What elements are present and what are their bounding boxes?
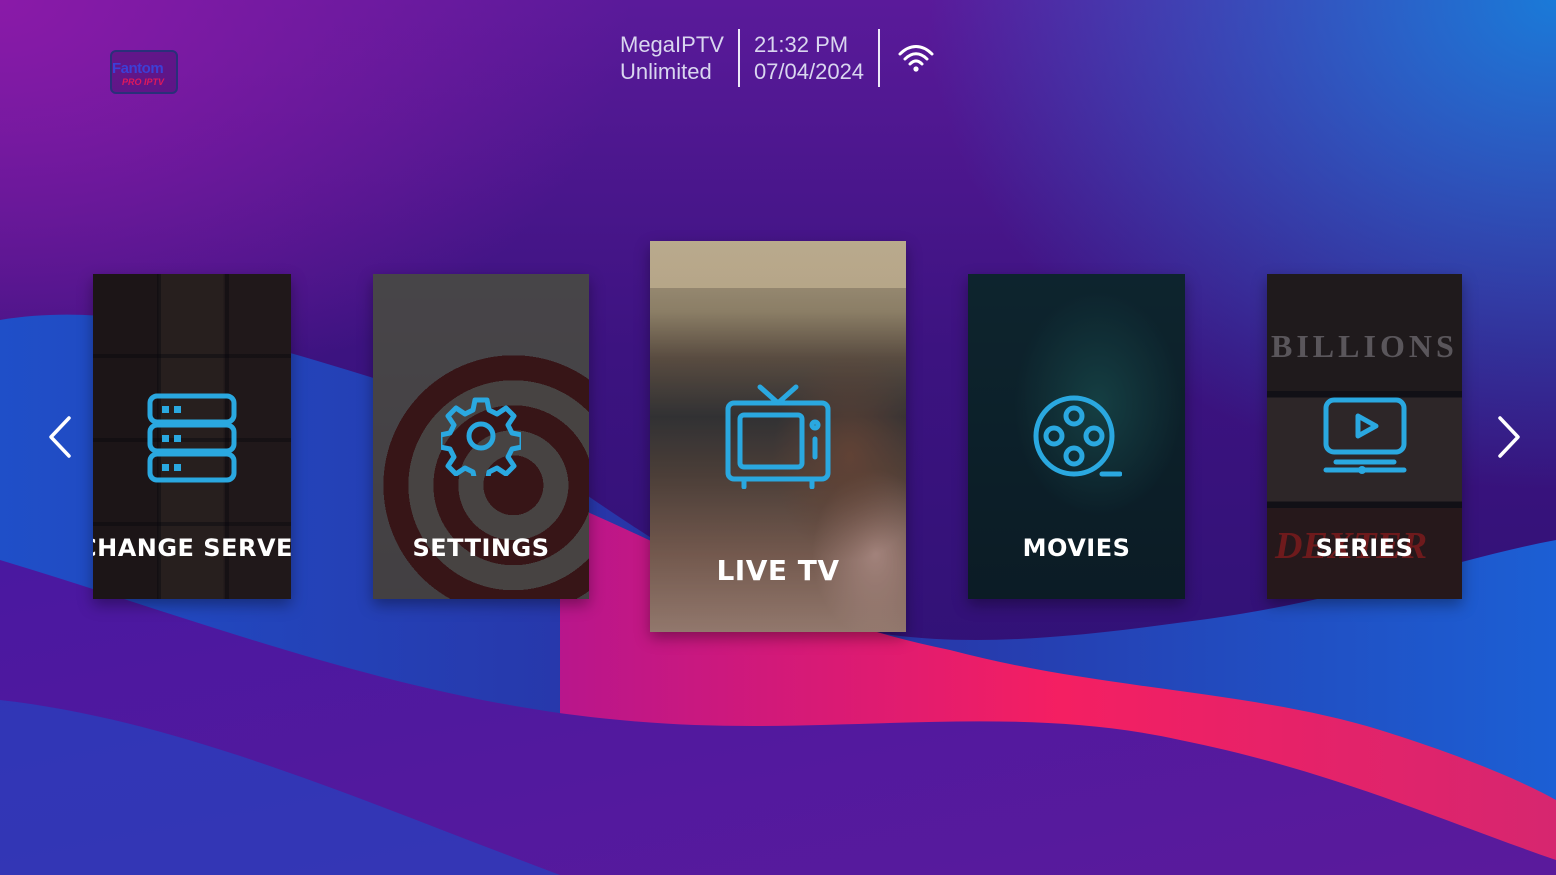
tv-icon <box>725 384 831 489</box>
provider-name: MegaIPTV <box>620 32 724 57</box>
plan-name: Unlimited <box>620 59 712 84</box>
clock: 21:32 PM 07/04/2024 <box>754 31 864 85</box>
card-label: SETTINGS <box>412 534 550 562</box>
card-label: LIVE TV <box>716 554 840 587</box>
chevron-right-icon[interactable] <box>1494 412 1524 462</box>
date-text: 07/04/2024 <box>753 59 865 84</box>
divider <box>878 29 881 87</box>
logo-text: Fantom <box>112 60 164 77</box>
menu-card-live-tv[interactable]: LIVE TV <box>650 241 906 632</box>
card-label: CHANGE SERVER <box>93 534 291 562</box>
app-logo: Fantom PRO IPTV <box>110 50 178 94</box>
status-bar: MegaIPTV Unlimited 21:32 PM 07/04/2024 <box>620 28 936 88</box>
logo-subtext: PRO IPTV <box>122 77 165 87</box>
menu-card-movies[interactable]: MOVIES <box>968 274 1185 599</box>
menu-card-settings[interactable]: SETTINGS <box>373 274 589 599</box>
chevron-left-icon[interactable] <box>45 412 75 462</box>
wifi-icon <box>898 45 934 72</box>
play-screen-icon <box>1323 397 1406 474</box>
gear-icon <box>441 397 521 476</box>
menu-card-series[interactable]: BILLIONS DEXTER SERIES <box>1267 274 1462 599</box>
server-icon <box>147 393 237 483</box>
film-reel-icon <box>1033 395 1122 477</box>
menu-card-change-server[interactable]: CHANGE SERVER <box>93 274 291 599</box>
account-info: MegaIPTV Unlimited <box>620 31 724 85</box>
divider <box>737 29 740 87</box>
card-label: SERIES <box>1315 534 1414 562</box>
time-text: 21:32 PM <box>753 32 849 57</box>
card-label: MOVIES <box>1022 534 1131 562</box>
poster-title-billions: BILLIONS <box>1271 328 1458 364</box>
